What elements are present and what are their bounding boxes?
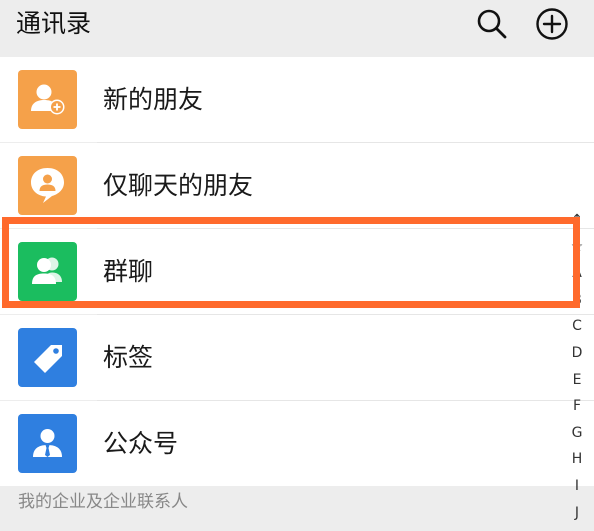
index-item-f[interactable]: F <box>566 393 588 420</box>
official-account-icon <box>18 414 77 473</box>
page-title: 通讯录 <box>16 9 92 38</box>
index-item-j[interactable]: J <box>566 500 588 527</box>
add-friend-icon <box>18 70 77 129</box>
list-item-chat-only-friends[interactable]: 仅聊天的朋友 <box>0 143 594 228</box>
index-item-c[interactable]: C <box>566 313 588 340</box>
add-button[interactable] <box>534 6 570 42</box>
list-item-label: 仅聊天的朋友 <box>103 171 254 200</box>
list-item-label: 公众号 <box>103 429 179 458</box>
index-item-e[interactable]: E <box>566 367 588 394</box>
section-label: 我的企业及企业联系人 <box>18 492 188 512</box>
list-item-label: 群聊 <box>103 257 154 286</box>
list-item-official-accounts[interactable]: 公众号 <box>0 401 594 486</box>
add-circle-icon <box>536 8 568 40</box>
section-header: 我的企业及企业联系人 <box>0 487 594 531</box>
list-item-new-friends[interactable]: 新的朋友 <box>0 57 594 142</box>
group-chat-icon <box>18 242 77 301</box>
index-item-g[interactable]: G <box>566 420 588 447</box>
index-item-i[interactable]: I <box>566 473 588 500</box>
tag-icon <box>18 328 77 387</box>
search-button[interactable] <box>474 6 510 42</box>
list-item-label: 新的朋友 <box>103 85 204 114</box>
list-item-tags[interactable]: 标签 <box>0 315 594 400</box>
index-item-h[interactable]: H <box>566 446 588 473</box>
list-item-label: 标签 <box>103 343 154 372</box>
index-item-top[interactable]: ↑ <box>566 207 588 234</box>
index-item-a[interactable]: A <box>566 260 588 287</box>
list-item-group-chats[interactable]: 群聊 <box>0 229 594 314</box>
index-item-b[interactable]: B <box>566 287 588 314</box>
index-item-star[interactable]: ☆ <box>566 234 588 261</box>
chat-only-icon <box>18 156 77 215</box>
search-icon <box>477 9 507 39</box>
top-bar: 通讯录 <box>0 0 594 57</box>
index-item-d[interactable]: D <box>566 340 588 367</box>
alphabet-index-bar[interactable]: ↑ ☆ A B C D E F G H I J <box>566 207 588 526</box>
